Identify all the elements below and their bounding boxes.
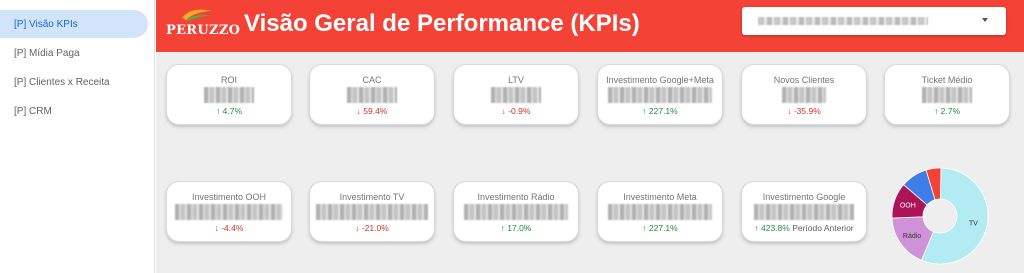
kpi-value-redacted [782,87,826,103]
sidebar-item-label: [P] CRM [14,105,52,117]
kpi-card: Novos Clientes ↓ -35.9% [741,64,867,125]
kpi-delta-value: 227.1% [648,223,678,233]
kpi-delta: ↑ 227.1% [598,223,722,233]
kpi-delta-value: -21.0% [361,223,389,233]
sidebar-item-label: [P] Visão KPIs [14,18,78,30]
kpi-delta: ↓ -0.9% [454,106,578,116]
kpi-value-redacted [608,204,712,220]
kpi-delta: ↓ 59.4% [310,106,434,116]
kpi-value-redacted [464,204,568,220]
pie-slice-label: OOH [900,202,916,209]
arrow-up-icon: ↑ [934,106,941,116]
kpi-card: CAC ↓ 59.4% [309,64,435,125]
page-title: Visão Geral de Performance (KPIs) [244,10,640,37]
kpi-delta-value: 423.8% [760,223,790,233]
dashboard: [P] Visão KPIs [P] Mídia Paga [P] Client… [0,0,1024,273]
sidebar-item-clientes-receita[interactable]: [P] Clientes x Receita [0,68,148,96]
kpi-delta: ↓ -21.0% [310,223,434,233]
kpi-card: Investimento TV ↓ -21.0% [309,181,435,242]
arrow-up-icon: ↑ [216,106,223,116]
kpi-delta-value: 17.0% [507,223,532,233]
kpi-delta: ↑ 2.7% [885,106,1009,116]
investment-pie-chart: TV Rádio OOH [891,167,989,265]
kpi-delta-value: 2.7% [940,106,960,116]
logo-swoosh-icon [182,9,212,21]
date-range-value-redacted [758,17,928,25]
brand-logo: PERUZZO [166,8,240,44]
arrow-up-icon: ↑ [642,223,649,233]
logo-text: PERUZZO [166,23,241,38]
kpi-card: LTV ↓ -0.9% [453,64,579,125]
arrow-up-icon: ↑ [754,223,761,233]
kpi-delta-value: -0.9% [508,106,531,116]
sidebar-item-label: [P] Clientes x Receita [14,76,110,88]
kpi-card: Investimento Meta ↑ 227.1% [597,181,723,242]
kpi-delta-value: -35.9% [793,106,821,116]
arrow-down-icon: ↓ [355,223,362,233]
kpi-delta-suffix: Período Anterior [792,223,854,233]
kpi-label: Ticket Médio [921,75,973,85]
kpi-card: Investimento Rádio ↑ 17.0% [453,181,579,242]
kpi-delta-value: 227.1% [648,106,678,116]
kpi-label: Investimento OOH [191,192,267,202]
kpi-card: Investimento Google+Meta ↑ 227.1% [597,64,723,125]
kpi-value-redacted [316,204,428,220]
caret-down-icon [982,18,988,22]
sidebar: [P] Visão KPIs [P] Mídia Paga [P] Client… [0,0,155,273]
kpi-label: Investimento Meta [623,192,697,202]
kpi-value-redacted [608,87,712,103]
kpi-card: ROI ↑ 4.7% [166,64,292,125]
kpi-delta: ↑ 4.7% [167,106,291,116]
sidebar-item-midia-paga[interactable]: [P] Mídia Paga [0,39,148,67]
kpi-label: LTV [508,75,524,85]
header-bar: PERUZZO Visão Geral de Performance (KPIs… [156,0,1024,52]
kpi-delta: ↑ 227.1% [598,106,722,116]
kpi-delta: ↓ -35.9% [742,106,866,116]
kpi-label: ROI [220,75,237,85]
kpi-label: CAC [362,75,382,85]
kpi-label: Novos Clientes [773,75,835,85]
date-range-picker[interactable] [742,7,1006,35]
pie-slice-label: TV [969,221,978,228]
kpi-delta-value: -4.4% [221,223,244,233]
kpi-value-redacted [491,87,541,103]
arrow-down-icon: ↓ [787,106,794,116]
pie-slice-label: Rádio [903,233,921,240]
kpi-card: Ticket Médio ↑ 2.7% [884,64,1010,125]
sidebar-item-label: [P] Mídia Paga [14,47,80,59]
kpi-card: Investimento OOH ↓ -4.4% [166,181,292,242]
arrow-up-icon: ↑ [642,106,649,116]
kpi-label: Investimento Google+Meta [606,75,714,85]
kpi-delta: ↓ -4.4% [167,223,291,233]
kpi-label: Investimento Rádio [477,192,555,202]
kpi-value-redacted [922,87,972,103]
kpi-label: Investimento TV [339,192,405,202]
kpi-delta: ↑ 423.8% Período Anterior [742,223,866,233]
kpi-card: Investimento Google ↑ 423.8% Período Ante… [741,181,867,242]
kpi-delta-value: 4.7% [222,106,242,116]
kpi-delta: ↑ 17.0% [454,223,578,233]
kpi-value-redacted [204,87,254,103]
kpi-value-redacted [175,204,283,220]
kpi-label: Investimento Google [762,192,846,202]
sidebar-item-crm[interactable]: [P] CRM [0,97,148,125]
kpi-value-redacted [754,204,854,220]
sidebar-item-visao-kpis[interactable]: [P] Visão KPIs [0,10,148,38]
kpi-delta-value: 59.4% [363,106,388,116]
kpi-value-redacted [347,87,397,103]
main-content: PERUZZO Visão Geral de Performance (KPIs… [156,0,1024,273]
